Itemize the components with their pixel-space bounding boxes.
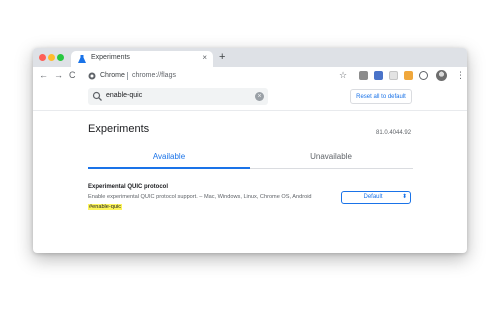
- search-input[interactable]: enable-quic: [106, 92, 142, 99]
- search-icon: [92, 91, 102, 101]
- tab-experiments[interactable]: Experiments ×: [71, 51, 213, 67]
- flag-title: Experimental QUIC protocol: [88, 184, 169, 190]
- flag-description: Enable experimental QUIC protocol suppor…: [88, 194, 312, 200]
- site-name: Chrome: [100, 72, 125, 79]
- url-text[interactable]: chrome://flags: [132, 72, 176, 79]
- experiments-tabs: Available Unavailable: [88, 148, 413, 169]
- bookmark-star-icon[interactable]: ☆: [339, 70, 347, 80]
- close-window-button[interactable]: [39, 54, 46, 61]
- tab-close-icon[interactable]: ×: [202, 53, 207, 62]
- new-tab-button[interactable]: +: [219, 50, 225, 64]
- profile-avatar[interactable]: [436, 70, 447, 81]
- clear-search-icon[interactable]: ×: [255, 92, 264, 101]
- reload-button[interactable]: C: [69, 70, 76, 81]
- more-menu-icon[interactable]: ⋮: [456, 70, 465, 81]
- chrome-site-icon: [88, 72, 96, 80]
- version-label: 81.0.4044.92: [376, 130, 412, 136]
- extension-4-icon[interactable]: [404, 71, 413, 80]
- address-bar[interactable]: Chrome chrome://flags: [86, 69, 346, 83]
- search-flags-field[interactable]: enable-quic ×: [88, 88, 268, 105]
- flag-anchor-link[interactable]: #enable-quic: [88, 204, 123, 210]
- maximize-window-button[interactable]: [57, 54, 64, 61]
- experiments-flask-icon: [78, 55, 86, 63]
- tab-title: Experiments: [91, 54, 130, 61]
- extension-1-icon[interactable]: [359, 71, 368, 80]
- select-arrows-icon: ⬍: [401, 194, 407, 200]
- forward-button[interactable]: →: [54, 70, 63, 81]
- extension-2-icon[interactable]: [374, 71, 383, 80]
- flag-state-select[interactable]: Default ⬍: [341, 191, 411, 204]
- flags-header: enable-quic × Reset all to default: [33, 85, 467, 111]
- tab-available[interactable]: Available: [88, 152, 250, 161]
- toolbar: ← → C Chrome chrome://flags ☆ ⋮: [33, 67, 467, 86]
- extension-3-icon[interactable]: [389, 71, 398, 80]
- reset-all-button[interactable]: Reset all to default: [350, 89, 412, 104]
- tab-unavailable[interactable]: Unavailable: [250, 152, 412, 161]
- active-tab-indicator: [88, 167, 250, 169]
- minimize-window-button[interactable]: [48, 54, 55, 61]
- info-icon[interactable]: [419, 71, 428, 80]
- select-value: Default: [363, 194, 383, 200]
- omnibox-divider: [127, 72, 128, 80]
- browser-window: Experiments × + ← → C Chrome chrome://fl…: [33, 48, 467, 253]
- back-button[interactable]: ←: [39, 70, 48, 81]
- tab-strip: Experiments × +: [33, 48, 467, 67]
- page-title: Experiments: [88, 123, 150, 135]
